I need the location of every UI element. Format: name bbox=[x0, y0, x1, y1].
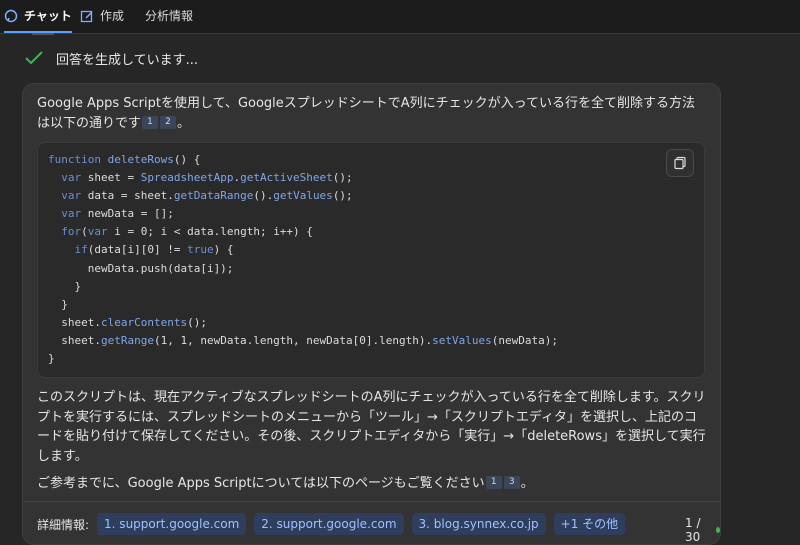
code-content: function deleteRows() { var sheet = Spre… bbox=[48, 151, 558, 368]
reference-note-end: 。 bbox=[520, 476, 534, 491]
generation-status: 回答を生成しています... bbox=[24, 46, 198, 70]
turn-counter-text: 1 / 30 bbox=[685, 516, 701, 544]
code-line: sheet.getRange(1, 1, newData.length, new… bbox=[48, 333, 558, 347]
chat-bubble-icon bbox=[4, 9, 18, 23]
copy-icon bbox=[674, 156, 686, 170]
code-line: function deleteRows() { bbox=[48, 153, 201, 166]
tab-insights[interactable]: 分析情報 bbox=[145, 0, 193, 31]
copy-button[interactable] bbox=[666, 149, 694, 177]
edit-icon bbox=[80, 9, 94, 23]
citation-link[interactable]: 1 bbox=[485, 476, 502, 489]
scroll-indicator bbox=[32, 33, 54, 35]
source-link[interactable]: 2. support.google.com bbox=[254, 513, 404, 535]
code-line: } bbox=[48, 297, 68, 311]
code-line: } bbox=[48, 279, 82, 293]
intro-end: 。 bbox=[177, 116, 191, 131]
code-line: } bbox=[48, 352, 55, 366]
citation-link[interactable]: 3 bbox=[503, 476, 520, 489]
card-divider bbox=[23, 501, 720, 502]
status-text: 回答を生成しています... bbox=[56, 52, 199, 68]
answer-card: Google Apps Scriptを使用して、GoogleスプレッドシートでA… bbox=[22, 83, 721, 545]
tab-chat-label: チャット bbox=[24, 9, 72, 23]
intro-text: Google Apps Scriptを使用して、GoogleスプレッドシートでA… bbox=[37, 96, 696, 131]
code-line: var sheet = SpreadsheetApp.getActiveShee… bbox=[61, 171, 353, 185]
code-block: function deleteRows() { var sheet = Spre… bbox=[37, 142, 705, 378]
status-dot bbox=[715, 527, 720, 533]
learn-more-bar: 詳細情報: 1. support.google.com 2. support.g… bbox=[37, 512, 633, 536]
source-link[interactable]: 3. blog.synnex.co.jp bbox=[411, 513, 546, 535]
code-line: sheet.clearContents(); bbox=[48, 315, 207, 329]
learn-more-label: 詳細情報: bbox=[37, 517, 90, 532]
source-link[interactable]: 1. support.google.com bbox=[97, 513, 247, 535]
code-line: var newData = []; bbox=[61, 207, 174, 221]
reference-note-text: ご参考までに、Google Apps Scriptについては以下のページもご覧く… bbox=[37, 476, 485, 491]
tab-compose[interactable]: 作成 bbox=[80, 0, 124, 31]
answer-explanation: このスクリプトは、現在アクティブなスプレッドシートのA列にチェックが入っている行… bbox=[37, 390, 706, 464]
code-line: for(var i = 0; i < data.length; i++) { bbox=[61, 225, 313, 239]
checkmark-icon bbox=[25, 51, 43, 65]
code-line: newData.push(data[i]); bbox=[48, 261, 234, 275]
citation-link[interactable]: 1 bbox=[142, 116, 159, 129]
top-tab-bar: チャット 作成 分析情報 bbox=[0, 0, 800, 34]
answer-intro: Google Apps Scriptを使用して、GoogleスプレッドシートでA… bbox=[37, 94, 707, 134]
tab-chat[interactable]: チャット bbox=[4, 0, 72, 33]
tab-compose-label: 作成 bbox=[100, 9, 125, 23]
turn-counter: 1 / 30 bbox=[685, 516, 720, 544]
tab-insights-label: 分析情報 bbox=[145, 9, 194, 23]
citation-link[interactable]: 2 bbox=[160, 116, 177, 129]
answer-reference-note: ご参考までに、Google Apps Scriptについては以下のページもご覧く… bbox=[37, 474, 707, 494]
code-line: var data = sheet.getDataRange().getValue… bbox=[61, 189, 353, 203]
code-line: if(data[i][0] != true) { bbox=[74, 243, 234, 257]
more-sources-button[interactable]: +1 その他 bbox=[553, 513, 626, 535]
